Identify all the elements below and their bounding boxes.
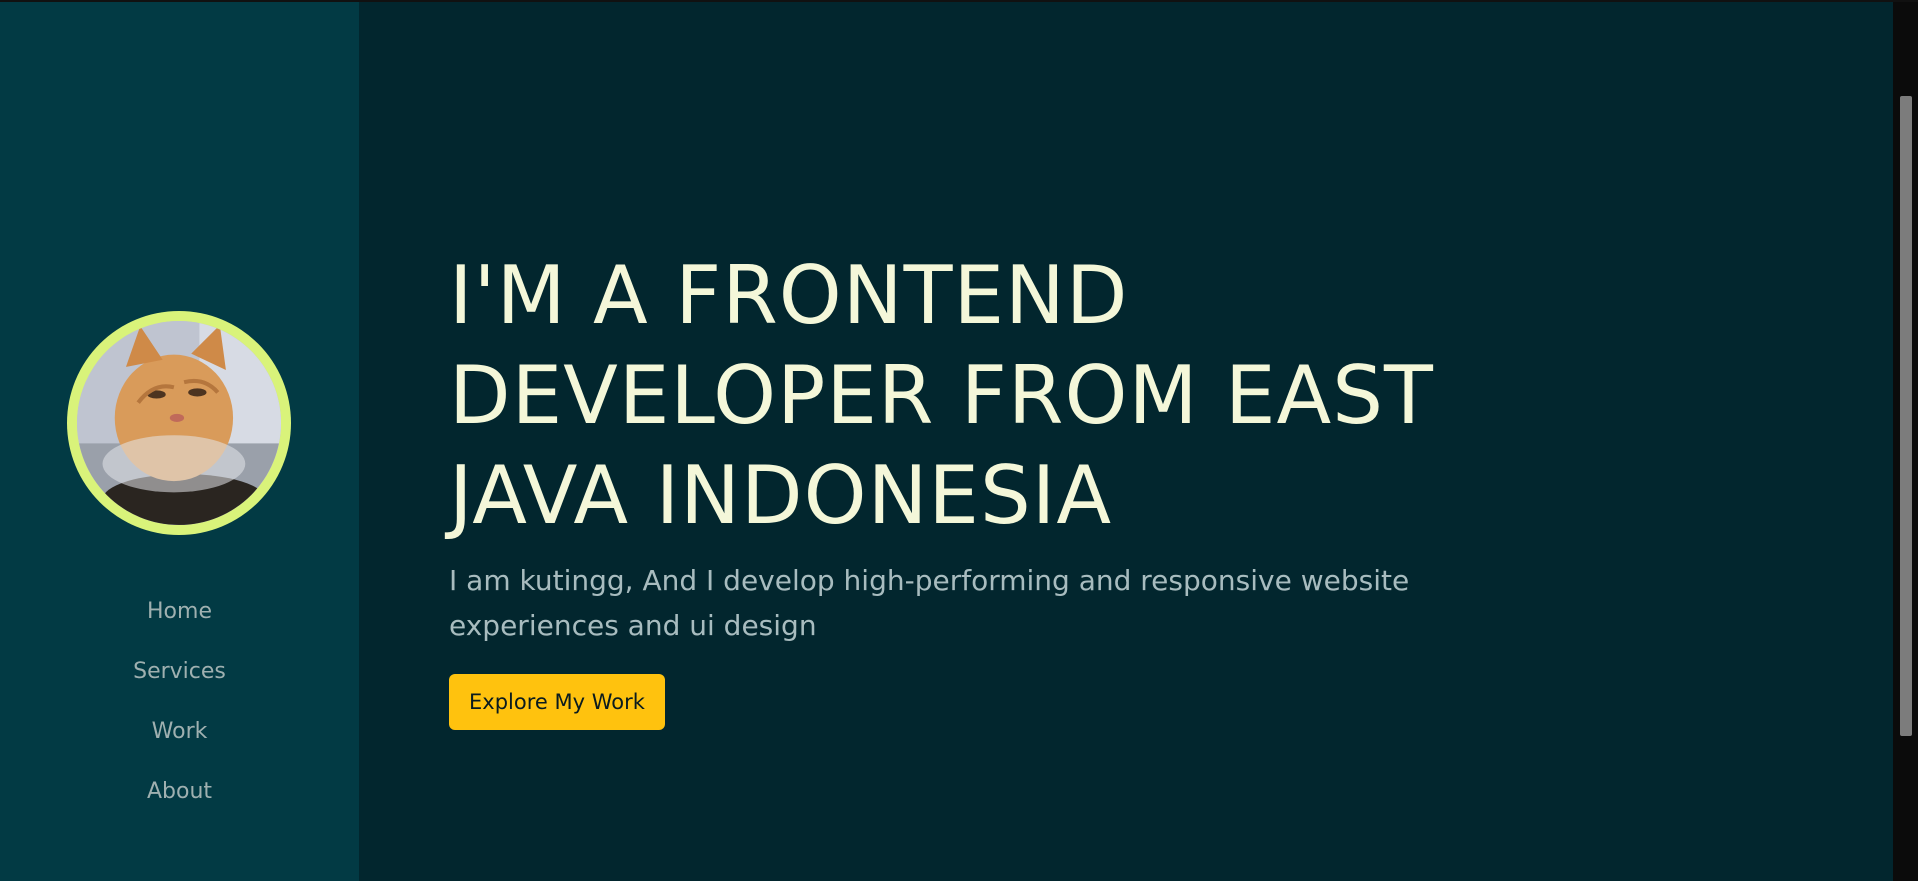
page: Home Services Work About I'M A FRONTEND … (0, 0, 1918, 881)
hero-section: I'M A FRONTEND DEVELOPER FROM EAST JAVA … (449, 246, 1649, 730)
sidebar-item-about: About (0, 770, 359, 830)
sidebar: Home Services Work About (0, 2, 359, 881)
sidebar-link-work[interactable]: Work (152, 710, 208, 754)
page-scrollbar[interactable] (1893, 2, 1918, 881)
hero-heading: I'M A FRONTEND DEVELOPER FROM EAST JAVA … (449, 249, 1434, 542)
main-content: I'M A FRONTEND DEVELOPER FROM EAST JAVA … (359, 2, 1893, 881)
sidebar-link-services[interactable]: Services (133, 650, 226, 694)
sidebar-item-work: Work (0, 710, 359, 770)
sidebar-link-about[interactable]: About (147, 770, 212, 814)
hero-intro: I am kutingg, And I develop high-perform… (449, 564, 1410, 642)
avatar (67, 311, 291, 535)
explore-work-button[interactable]: Explore My Work (449, 674, 665, 730)
sidebar-nav: Home Services Work About (0, 590, 359, 830)
avatar-photo (77, 321, 281, 525)
cat-photo-image (77, 321, 281, 525)
sidebar-link-home[interactable]: Home (147, 590, 212, 634)
scrollbar-thumb[interactable] (1900, 96, 1912, 736)
sidebar-item-services: Services (0, 650, 359, 710)
sidebar-item-home: Home (0, 590, 359, 650)
